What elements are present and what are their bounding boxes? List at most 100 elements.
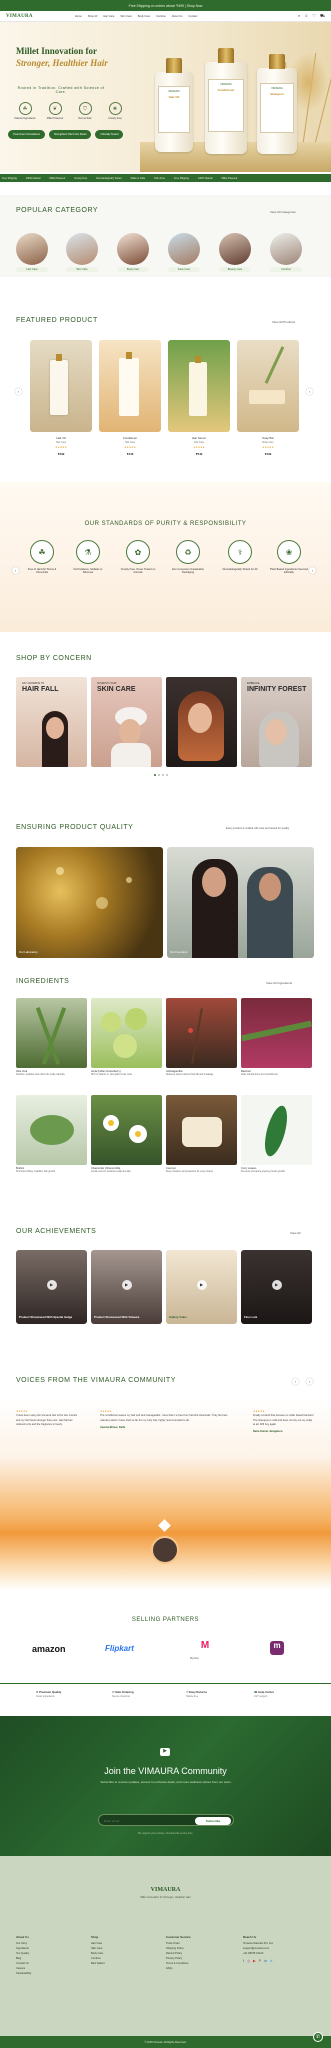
facebook-icon[interactable]: f (243, 1959, 244, 1964)
hero-tagline: Rooted in Tradition. Crafted with Scienc… (17, 86, 105, 94)
concern-hair-growth[interactable] (166, 677, 237, 767)
youtube-icon[interactable]: ▶ (253, 1959, 256, 1964)
chevron-right-icon: › (308, 1379, 311, 1384)
testimonials-next-button[interactable]: › (306, 1378, 313, 1385)
standards-next-button[interactable]: › (309, 567, 316, 574)
carousel-next-button[interactable]: › (306, 388, 313, 395)
ingredient-card[interactable]: Chamomile (Chamomilla) Gentle care for se… (91, 1095, 162, 1174)
standards-title: OUR STANDARDS OF PURITY & RESPONSIBILITY (84, 521, 247, 527)
footer-link[interactable]: Best Sellers (91, 1961, 105, 1966)
footer-logo[interactable]: VIMAURA (0, 1887, 331, 1893)
chat-icon[interactable]: ✆ (313, 2032, 323, 2042)
ingredient-card[interactable]: Brahmi Promotes thicker, healthier hair g… (16, 1095, 87, 1174)
achievement-card[interactable]: ▶ Gallery Video (166, 1250, 237, 1324)
play-icon[interactable]: ▶ (271, 1279, 282, 1290)
quality-lab-card[interactable]: Our Laboratory (16, 847, 163, 958)
standards-prev-button[interactable]: ‹ (12, 567, 19, 574)
play-icon[interactable]: ▶ (196, 1279, 207, 1290)
category-hair-care[interactable]: Hair Care (16, 233, 48, 272)
brand-logo[interactable]: VIMAURA (6, 14, 33, 19)
quality-founders-card[interactable]: Our Founders (167, 847, 314, 958)
nav-body-care[interactable]: Body Care (138, 15, 150, 18)
category-skin-care[interactable]: Skin Care (66, 233, 98, 272)
hero-bottle: VIMAURA Shampoo (257, 54, 297, 154)
user-icon[interactable]: ☺ (304, 13, 308, 19)
cart-icon[interactable]: ⛟ (320, 13, 325, 19)
view-all-products-link[interactable]: View All Products (272, 320, 295, 324)
ingredient-card[interactable]: Ashwagandha Reduces stress-induced hair f… (166, 998, 237, 1077)
hero-badge: ☘ Natural Ingredients (14, 102, 36, 120)
achievement-card[interactable]: ▶ Product Showcased With Special Judge (16, 1250, 87, 1324)
standard-item: ♻ Eco Conscious Sustainable Packaging (168, 540, 208, 575)
hero-banner[interactable]: Millet Innovation for Stronger, Healthie… (0, 22, 331, 172)
pinterest-icon[interactable]: P (259, 1959, 261, 1964)
nav-shop-all[interactable]: Shop All (88, 15, 98, 18)
view-all-ingredients-link[interactable]: View All Ingredients (266, 981, 292, 985)
subscribe-button[interactable]: Subscribe (195, 1817, 231, 1825)
product-quality-subtitle: Every product is crafted with care and t… (226, 827, 290, 830)
ingredient-card[interactable]: Beetroot Adds natural shine and nourishme… (241, 998, 312, 1077)
search-icon[interactable]: ⌕ (298, 13, 300, 19)
copyright-bar: © 2025 Vimaura. All Rights Reserved. (0, 2036, 331, 2048)
concern-infinity-forest[interactable]: EMBRACE INFINITY FOREST (241, 677, 312, 767)
concern-pagination[interactable] (154, 774, 168, 776)
chevron-left-icon: ‹ (17, 389, 20, 394)
phone-icon: ☎ (254, 1690, 258, 1694)
wishlist-icon[interactable]: ♡ (312, 13, 316, 19)
view-all-achievements-link[interactable]: View All (290, 1231, 300, 1235)
hero-badge: ❦ Millet Powered (44, 102, 66, 120)
concern-hair-fall[interactable]: SAY GOODBYE TO HAIR FALL (16, 677, 87, 767)
ingredient-card[interactable]: Amla (Indian Gooseberry) Rich in Vitamin … (91, 998, 162, 1077)
marquee-item: Made in India (130, 176, 145, 180)
achievement-card[interactable]: ▶ Product Showcased With Vimaura (91, 1250, 162, 1324)
view-all-categories-link[interactable]: View All Categories (270, 210, 296, 214)
instagram-icon[interactable]: ◎ (247, 1959, 250, 1964)
nav-skin-care[interactable]: Skin Care (120, 15, 131, 18)
nav-about[interactable]: About Us (172, 15, 183, 18)
footer-phone[interactable]: +91 98765 43210 (243, 1951, 319, 1956)
copyright-text: © 2025 Vimaura. All Rights Reserved. (144, 2040, 187, 2044)
chevron-right-icon: › (311, 568, 314, 573)
email-input[interactable] (104, 1817, 184, 1825)
twitter-icon[interactable]: ✕ (270, 1959, 273, 1964)
flipkart-logo[interactable]: Flipkart (105, 1644, 134, 1653)
nav-hair-care[interactable]: Hair Care (103, 15, 114, 18)
nav-home[interactable]: Home (75, 15, 82, 18)
carousel-prev-button[interactable]: ‹ (15, 388, 22, 395)
meesho-logo[interactable]: m (270, 1641, 284, 1655)
standard-item: ☘ Free of Harmful Toxins & Chemicals (22, 540, 62, 575)
marquee-item: 100% Natural (198, 176, 213, 180)
hero-pill: Strengthens Hair From Roots (48, 130, 92, 139)
product-card[interactable]: Soap Bar Body Care ★★★★★ ₹199 (237, 340, 299, 466)
ingredient-card[interactable]: Aloe Vera Soothes, hydrates and calms the… (16, 998, 87, 1077)
footer-link[interactable]: FAQs (166, 1966, 191, 1971)
myntra-logo[interactable]: M (198, 1640, 212, 1654)
linkedin-icon[interactable]: in (264, 1959, 267, 1964)
feature-marquee: Free Shipping 100% Natural Millet Powered C… (0, 174, 331, 182)
main-nav: Home Shop All Hair Care Skin Care Body C… (75, 15, 198, 18)
play-icon[interactable]: ▶ (121, 1279, 132, 1290)
youtube-icon: ▶ (160, 1748, 170, 1756)
standard-item: ⚗ No Parabens, Sulfates or Silicones (68, 540, 108, 575)
category-body-care[interactable]: Body Care (117, 233, 149, 272)
ingredient-card[interactable]: Coconut Deep moisture and protection for … (166, 1095, 237, 1174)
product-card[interactable]: Hair Oil Hair Care ★★★★★ ₹499 (30, 340, 92, 466)
play-icon[interactable]: ▶ (46, 1279, 57, 1290)
nav-contact[interactable]: Contact (188, 15, 197, 18)
product-card[interactable]: Conditioner Hair Care ★★★★★ ₹449 (99, 340, 161, 466)
announcement-bar: Free Shipping on orders above ₹499 | Sho… (0, 0, 331, 11)
testimonials-prev-button[interactable]: ‹ (292, 1378, 299, 1385)
hero-pill: Clinically Tested (95, 130, 124, 139)
concern-skin-care[interactable]: NOURISH YOUR SKIN CARE (91, 677, 162, 767)
product-card[interactable]: Hair Serum Hair Care ★★★★★ ₹549 (168, 340, 230, 466)
achievement-card[interactable]: ▶ Fine Look (241, 1250, 312, 1324)
amazon-logo[interactable]: amazon (32, 1644, 66, 1654)
category-face-care[interactable]: Face Care (168, 233, 200, 272)
chemical-free-icon: ⚗ (76, 540, 100, 564)
ingredient-card[interactable]: Curry Leaves Prevents premature greying, … (241, 1095, 312, 1174)
footer-link[interactable]: Sustainability (16, 1971, 31, 1976)
category-combos[interactable]: Combos (270, 233, 302, 272)
category-beauty-care[interactable]: Beauty Care (219, 233, 251, 272)
hero-pills: Toxin-Free Formulations Strengthens Hair… (8, 130, 124, 139)
nav-combos[interactable]: Combos (156, 15, 166, 18)
